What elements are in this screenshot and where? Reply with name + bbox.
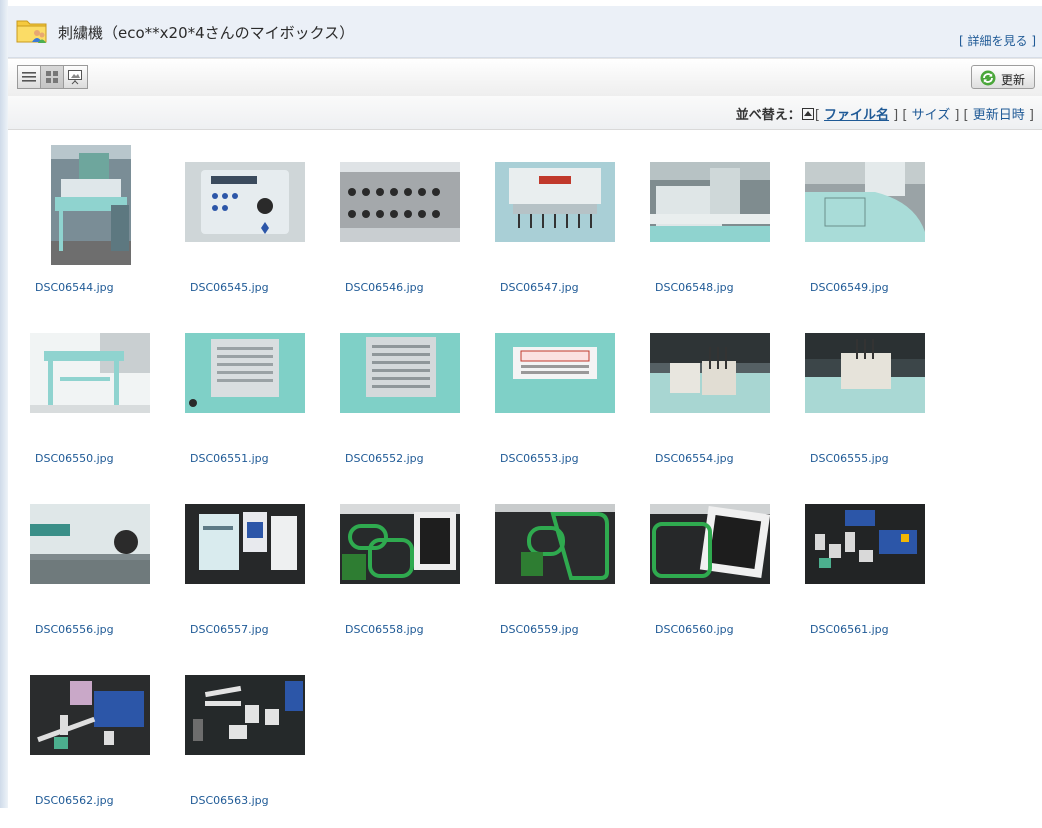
thumbnail-image[interactable] — [185, 504, 305, 584]
refresh-label: 更新 — [1001, 73, 1026, 87]
thumbnail-filename[interactable]: DSC06554.jpg — [655, 452, 734, 465]
detail-link-label[interactable]: 詳細を見る — [967, 34, 1027, 48]
list-view-icon — [22, 72, 36, 82]
slideshow-icon — [68, 70, 82, 85]
thumbnail-item: DSC06560.jpg — [650, 487, 800, 657]
left-border — [0, 0, 8, 808]
shared-folder-icon — [16, 16, 48, 44]
thumbnail-item: DSC06549.jpg — [805, 145, 955, 315]
refresh-button[interactable]: 更新 — [971, 65, 1035, 89]
thumbnail-image[interactable] — [185, 333, 305, 413]
thumbnail-image[interactable] — [185, 675, 305, 755]
thumbnail-filename[interactable]: DSC06545.jpg — [190, 281, 269, 294]
thumbnail-image[interactable] — [495, 162, 615, 242]
thumbnail-image[interactable] — [51, 145, 131, 265]
thumbnail-filename[interactable]: DSC06544.jpg — [35, 281, 114, 294]
thumbnail-item: DSC06553.jpg — [495, 316, 645, 486]
thumbnail-filename[interactable]: DSC06562.jpg — [35, 794, 114, 807]
thumbnail-image[interactable] — [340, 504, 460, 584]
slideshow-view-button[interactable] — [64, 66, 87, 88]
thumbnail-filename[interactable]: DSC06546.jpg — [345, 281, 424, 294]
thumbnail-image[interactable] — [340, 333, 460, 413]
thumbnail-filename[interactable]: DSC06561.jpg — [810, 623, 889, 636]
thumbnail-item: DSC06545.jpg — [185, 145, 335, 315]
thumbnail-item: DSC06562.jpg — [30, 658, 180, 828]
sort-controls: 並べ替え：[ ファイル名 ] [ サイズ ] [ 更新日時 ] — [735, 108, 1034, 123]
thumbnail-item: DSC06555.jpg — [805, 316, 955, 486]
thumbnail-filename[interactable]: DSC06550.jpg — [35, 452, 114, 465]
thumbnail-item: DSC06547.jpg — [495, 145, 645, 315]
thumbnail-item: DSC06554.jpg — [650, 316, 800, 486]
thumbnail-image[interactable] — [495, 333, 615, 413]
refresh-icon — [980, 70, 996, 86]
page-title: 刺繍機（eco**x20*4さんのマイボックス） — [58, 24, 355, 42]
thumbnail-image[interactable] — [30, 504, 150, 584]
thumbnail-filename[interactable]: DSC06558.jpg — [345, 623, 424, 636]
thumbnail-item: DSC06557.jpg — [185, 487, 335, 657]
thumbnail-filename[interactable]: DSC06560.jpg — [655, 623, 734, 636]
thumbnail-filename[interactable]: DSC06553.jpg — [500, 452, 579, 465]
thumbnail-item: DSC06556.jpg — [30, 487, 180, 657]
sort-label: 並べ替え： — [735, 108, 801, 123]
thumbnail-view-button[interactable] — [41, 66, 64, 88]
sort-ascending-icon[interactable] — [801, 108, 814, 120]
thumbnail-item: DSC06561.jpg — [805, 487, 955, 657]
thumbnail-filename[interactable]: DSC06559.jpg — [500, 623, 579, 636]
detail-link[interactable]: [ 詳細を見る ] — [959, 32, 1036, 49]
sort-option-filename[interactable]: ファイル名 — [824, 108, 889, 123]
thumbnail-image[interactable] — [805, 504, 925, 584]
thumbnail-item: DSC06552.jpg — [340, 316, 490, 486]
thumbnail-image[interactable] — [30, 333, 150, 413]
header-bar: 刺繍機（eco**x20*4さんのマイボックス） [ 詳細を見る ] — [8, 6, 1042, 58]
thumbnail-item: DSC06544.jpg — [30, 145, 180, 315]
thumbnail-image[interactable] — [805, 162, 925, 242]
list-view-button[interactable] — [18, 66, 41, 88]
thumbnail-item: DSC06546.jpg — [340, 145, 490, 315]
thumbnail-filename[interactable]: DSC06563.jpg — [190, 794, 269, 807]
thumbnail-item: DSC06558.jpg — [340, 487, 490, 657]
thumbnail-grid-icon — [46, 71, 58, 83]
thumbnail-item: DSC06548.jpg — [650, 145, 800, 315]
thumbnail-filename[interactable]: DSC06557.jpg — [190, 623, 269, 636]
thumbnail-image[interactable] — [650, 504, 770, 584]
thumbnail-filename[interactable]: DSC06552.jpg — [345, 452, 424, 465]
thumbnail-filename[interactable]: DSC06549.jpg — [810, 281, 889, 294]
thumbnail-filename[interactable]: DSC06551.jpg — [190, 452, 269, 465]
sort-option-modified[interactable]: 更新日時 — [973, 108, 1025, 123]
sort-option-size[interactable]: サイズ — [912, 108, 951, 123]
thumbnail-filename[interactable]: DSC06548.jpg — [655, 281, 734, 294]
thumbnail-image[interactable] — [30, 675, 150, 755]
thumbnail-item: DSC06563.jpg — [185, 658, 335, 828]
toolbar: 更新 — [8, 58, 1042, 97]
thumbnail-item: DSC06551.jpg — [185, 316, 335, 486]
thumbnail-image[interactable] — [185, 162, 305, 242]
thumbnail-image[interactable] — [805, 333, 925, 413]
thumbnail-image[interactable] — [650, 162, 770, 242]
thumbnail-filename[interactable]: DSC06556.jpg — [35, 623, 114, 636]
thumbnail-filename[interactable]: DSC06555.jpg — [810, 452, 889, 465]
sort-bar: 並べ替え：[ ファイル名 ] [ サイズ ] [ 更新日時 ] — [8, 96, 1042, 130]
thumbnail-image[interactable] — [340, 162, 460, 242]
mybox-window: 刺繍機（eco**x20*4さんのマイボックス） [ 詳細を見る ] 更新 並べ… — [0, 0, 1042, 808]
thumbnail-image[interactable] — [650, 333, 770, 413]
thumbnail-filename[interactable]: DSC06547.jpg — [500, 281, 579, 294]
thumbnail-item: DSC06559.jpg — [495, 487, 645, 657]
view-mode-group — [17, 65, 88, 89]
thumbnail-item: DSC06550.jpg — [30, 316, 180, 486]
thumbnail-image[interactable] — [495, 504, 615, 584]
